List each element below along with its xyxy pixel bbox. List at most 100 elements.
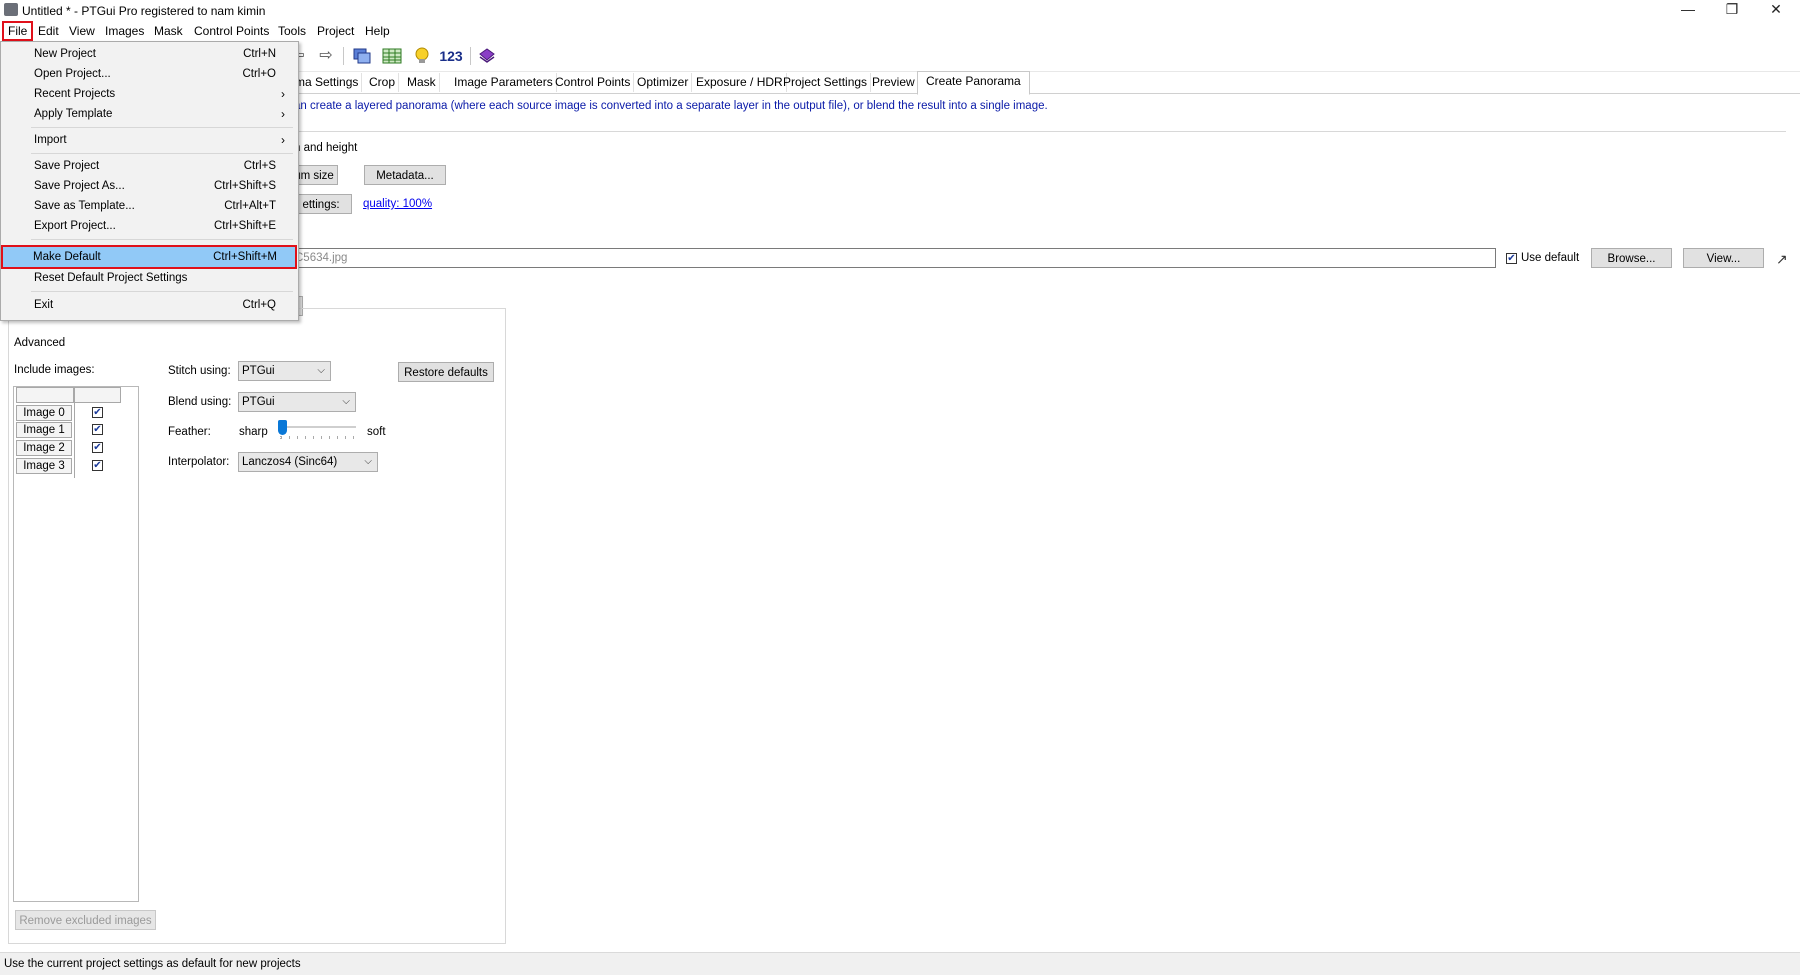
menu-file[interactable]: File [1, 21, 34, 41]
menu-project[interactable]: Project [313, 23, 358, 39]
menu-item-new-project[interactable]: New Project Ctrl+N [4, 44, 294, 64]
file-format-settings-button[interactable]: ettings: [290, 194, 352, 214]
chevron-right-icon: › [281, 133, 285, 147]
stitch-using-value: PTGui [242, 365, 275, 377]
menu-help[interactable]: Help [361, 23, 394, 39]
remove-excluded-images-button[interactable]: Remove excluded images [15, 910, 156, 930]
menu-view[interactable]: View [65, 23, 99, 39]
book-icon[interactable] [477, 46, 497, 66]
menu-separator [31, 127, 293, 128]
menu-item-exit[interactable]: Exit Ctrl+Q [4, 295, 294, 315]
blend-using-value: PTGui [242, 396, 275, 408]
restore-defaults-button[interactable]: Restore defaults [398, 362, 494, 382]
menu-item-make-default[interactable]: Make Default Ctrl+Shift+M [1, 245, 297, 269]
tab-optimizer[interactable]: Optimizer [634, 73, 693, 92]
minimize-button[interactable]: — [1666, 0, 1710, 21]
toolbar-separator [470, 47, 471, 65]
info-text: an create a layered panorama (where each… [294, 100, 1048, 112]
view-button[interactable]: View... [1683, 248, 1764, 268]
interpolator-select[interactable]: Lanczos4 (Sinc64) ⌵ [238, 452, 378, 472]
include-images-label: Include images: [14, 364, 95, 376]
blend-using-label: Blend using: [168, 396, 232, 408]
use-default-checkbox[interactable]: ✔ [1506, 253, 1517, 264]
menu-images[interactable]: Images [101, 23, 148, 39]
list-item-image-2[interactable]: Image 2 [16, 440, 72, 456]
numbering-icon[interactable]: 123 [437, 46, 465, 66]
include-image-0-checkbox[interactable]: ✔ [92, 407, 103, 418]
list-item-image-1[interactable]: Image 1 [16, 422, 72, 438]
tab-panorama-settings[interactable]: ma Settings [292, 73, 363, 92]
feather-soft-label: soft [367, 426, 386, 438]
menu-bar: File Edit View Images Mask Control Point… [0, 21, 1800, 41]
feather-label: Feather: [168, 426, 211, 438]
cursor-icon: ↗ [1776, 251, 1788, 267]
feather-slider-ticks [280, 436, 357, 439]
list-header [16, 387, 74, 403]
interpolator-label: Interpolator: [168, 456, 230, 468]
chevron-down-icon: ⌵ [317, 365, 325, 376]
menu-item-reset-default-project-settings[interactable]: Reset Default Project Settings [4, 268, 294, 288]
restore-button[interactable]: ❐ [1710, 0, 1754, 21]
title-bar: Untitled * - PTGui Pro registered to nam… [0, 0, 1800, 21]
table-icon[interactable] [382, 46, 402, 66]
menu-edit[interactable]: Edit [34, 23, 63, 39]
chevron-down-icon: ⌵ [364, 456, 372, 467]
blend-using-select[interactable]: PTGui ⌵ [238, 392, 356, 412]
menu-item-apply-template[interactable]: Apply Template › [4, 104, 294, 124]
tab-mask[interactable]: Mask [404, 73, 440, 92]
menu-item-export-project[interactable]: Export Project... Ctrl+Shift+E [4, 216, 294, 236]
tab-crop[interactable]: Crop [366, 73, 400, 92]
close-button[interactable]: ✕ [1754, 0, 1798, 21]
menu-tools[interactable]: Tools [274, 23, 310, 39]
window-title: Untitled * - PTGui Pro registered to nam… [22, 4, 266, 18]
browse-button[interactable]: Browse... [1591, 248, 1672, 268]
tab-project-settings[interactable]: Project Settings [780, 73, 872, 92]
menu-item-save-as-template[interactable]: Save as Template... Ctrl+Alt+T [4, 196, 294, 216]
include-images-list[interactable]: Image 0 ✔ Image 1 ✔ Image 2 ✔ Image 3 ✔ [13, 386, 139, 902]
chevron-down-icon: ⌵ [342, 396, 350, 407]
status-text: Use the current project settings as defa… [4, 958, 301, 970]
divider [294, 131, 1786, 132]
panorama-editor-icon[interactable] [352, 46, 372, 66]
feather-sharp-label: sharp [239, 426, 268, 438]
list-header [74, 387, 121, 403]
stitch-using-label: Stitch using: [168, 365, 231, 377]
menu-item-recent-projects[interactable]: Recent Projects › [4, 84, 294, 104]
forward-arrow-icon[interactable]: ⇨ [316, 46, 336, 66]
menu-item-import[interactable]: Import › [4, 130, 294, 150]
advanced-legend: Advanced [12, 337, 68, 349]
file-menu-dropdown: New Project Ctrl+N Open Project... Ctrl+O … [0, 41, 299, 321]
metadata-button[interactable]: Metadata... [364, 165, 446, 185]
width-height-label: h and height [294, 142, 358, 154]
output-file-field[interactable]: C5634.jpg [290, 248, 1496, 268]
column-divider [74, 403, 75, 478]
include-image-1-checkbox[interactable]: ✔ [92, 424, 103, 435]
menu-control-points[interactable]: Control Points [190, 23, 273, 39]
tab-create-panorama[interactable]: Create Panorama [917, 71, 1030, 95]
menu-separator [31, 291, 293, 292]
use-default-label: Use default [1521, 252, 1580, 264]
menu-item-save-project[interactable]: Save Project Ctrl+S [4, 156, 294, 176]
stitch-using-select[interactable]: PTGui ⌵ [238, 361, 331, 381]
include-image-2-checkbox[interactable]: ✔ [92, 442, 103, 453]
chevron-right-icon: › [281, 87, 285, 101]
toolbar-separator [343, 47, 344, 65]
tab-image-parameters[interactable]: Image Parameters [451, 73, 557, 92]
list-item-image-0[interactable]: Image 0 [16, 405, 72, 421]
feather-slider-track[interactable] [278, 426, 356, 428]
list-item-image-3[interactable]: Image 3 [16, 458, 72, 474]
quality-link[interactable]: quality: 100% [363, 198, 432, 210]
tab-exposure-hdr[interactable]: Exposure / HDR [693, 73, 787, 92]
status-bar: Use the current project settings as defa… [0, 952, 1800, 975]
tab-preview[interactable]: Preview [869, 73, 919, 92]
app-icon [4, 3, 18, 16]
include-image-3-checkbox[interactable]: ✔ [92, 460, 103, 471]
menu-item-open-project[interactable]: Open Project... Ctrl+O [4, 64, 294, 84]
menu-item-save-project-as[interactable]: Save Project As... Ctrl+Shift+S [4, 176, 294, 196]
menu-separator [31, 239, 293, 240]
feather-slider-thumb[interactable] [278, 420, 287, 435]
menu-mask[interactable]: Mask [150, 23, 187, 39]
tab-control-points[interactable]: Control Points [552, 73, 635, 92]
menu-separator [31, 153, 293, 154]
lightbulb-icon[interactable] [412, 46, 432, 66]
